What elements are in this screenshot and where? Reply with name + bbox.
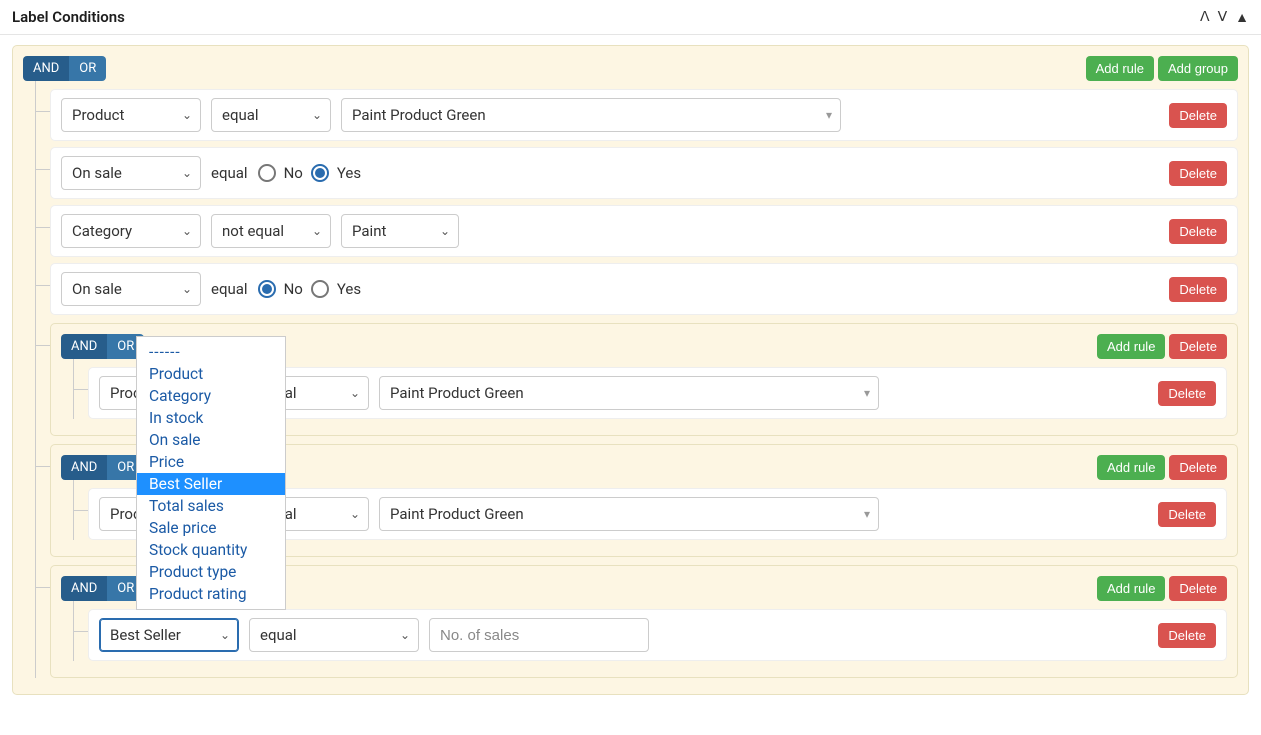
chevron-down-icon: ⌄ — [312, 224, 322, 238]
radio-no[interactable] — [258, 280, 276, 298]
delete-button[interactable]: Delete — [1158, 381, 1216, 406]
dropdown-option-dash[interactable]: ------ — [137, 341, 285, 363]
dropdown-option[interactable]: In stock — [137, 407, 285, 429]
field-dropdown[interactable]: ------ Product Category In stock On sale… — [136, 336, 286, 610]
chevron-down-icon: ⌄ — [312, 108, 322, 122]
panel-header: Label Conditions ᐱ ᐯ ▲ — [0, 0, 1261, 35]
chevron-down-icon: ▾ — [864, 507, 870, 521]
chevron-down-icon: ⌄ — [400, 628, 410, 642]
condition-toggle[interactable]: AND OR — [61, 334, 144, 359]
radio-yes[interactable] — [311, 280, 329, 298]
dropdown-option[interactable]: On sale — [137, 429, 285, 451]
radio-yes-label: Yes — [337, 280, 361, 298]
radio-yes-label: Yes — [337, 164, 361, 182]
panel-controls: ᐱ ᐯ ▲ — [1200, 9, 1249, 26]
dropdown-option-highlighted[interactable]: Best Seller — [137, 473, 285, 495]
operator-text: equal — [211, 164, 248, 182]
value-select[interactable]: Paint Product Green ▾ — [379, 376, 879, 410]
value-select[interactable]: Paint Product Green ▾ — [379, 497, 879, 531]
toggle-icon[interactable]: ▲ — [1235, 9, 1249, 26]
add-rule-button[interactable]: Add rule — [1086, 56, 1154, 81]
and-button[interactable]: AND — [61, 334, 107, 359]
field-select[interactable]: On sale ⌄ — [61, 272, 201, 306]
rule-row: On sale ⌄ equal No Yes Delete — [50, 263, 1238, 315]
delete-button[interactable]: Delete — [1158, 502, 1216, 527]
rule-row: On sale ⌄ equal No Yes Delete — [50, 147, 1238, 199]
root-group: AND OR Add rule Add group Product ⌄ — [12, 45, 1249, 695]
operator-select[interactable]: equal ⌄ — [211, 98, 331, 132]
delete-button[interactable]: Delete — [1158, 623, 1216, 648]
or-button[interactable]: OR — [69, 56, 106, 81]
delete-group-button[interactable]: Delete — [1169, 576, 1227, 601]
operator-select[interactable]: not equal ⌄ — [211, 214, 331, 248]
field-select[interactable]: Product ⌄ — [61, 98, 201, 132]
dropdown-option[interactable]: Product type — [137, 561, 285, 583]
and-button[interactable]: AND — [23, 56, 69, 81]
rule-row: Best Seller ⌄ equal ⌄ Del — [88, 609, 1227, 661]
operator-select[interactable]: equal ⌄ — [249, 618, 419, 652]
add-group-button[interactable]: Add group — [1158, 56, 1238, 81]
chevron-down-icon: ▾ — [826, 108, 832, 122]
delete-group-button[interactable]: Delete — [1169, 334, 1227, 359]
chevron-down-icon: ⌄ — [182, 282, 192, 296]
add-rule-button[interactable]: Add rule — [1097, 334, 1165, 359]
rule-row: Category ⌄ not equal ⌄ Paint ⌄ Delete — [50, 205, 1238, 257]
field-select[interactable]: On sale ⌄ — [61, 156, 201, 190]
delete-button[interactable]: Delete — [1169, 161, 1227, 186]
delete-button[interactable]: Delete — [1169, 103, 1227, 128]
dropdown-option[interactable]: Product rating — [137, 583, 285, 605]
value-select[interactable]: Paint ⌄ — [341, 214, 459, 248]
chevron-down-icon: ⌄ — [350, 386, 360, 400]
nested-group: AND OR Add rule Delete — [50, 323, 1238, 436]
chevron-down-icon: ⌄ — [220, 628, 230, 642]
dropdown-option[interactable]: Price — [137, 451, 285, 473]
rule-row: Product ⌄ equal ⌄ Paint Product Green ▾ — [50, 89, 1238, 141]
chevron-down-icon: ⌄ — [182, 224, 192, 238]
radio-no-label: No — [284, 164, 303, 182]
chevron-down-icon: ⌄ — [182, 166, 192, 180]
condition-toggle[interactable]: AND OR — [61, 455, 144, 480]
collapse-down-icon[interactable]: ᐯ — [1218, 9, 1228, 26]
delete-button[interactable]: Delete — [1169, 219, 1227, 244]
dropdown-option[interactable]: Product — [137, 363, 285, 385]
dropdown-option[interactable]: Sale price — [137, 517, 285, 539]
condition-toggle[interactable]: AND OR — [23, 56, 106, 81]
add-rule-button[interactable]: Add rule — [1097, 576, 1165, 601]
chevron-down-icon: ⌄ — [440, 224, 450, 238]
operator-text: equal — [211, 280, 248, 298]
collapse-up-icon[interactable]: ᐱ — [1200, 9, 1210, 26]
chevron-down-icon: ▾ — [864, 386, 870, 400]
value-input[interactable] — [429, 618, 649, 652]
value-select[interactable]: Paint Product Green ▾ — [341, 98, 841, 132]
field-select[interactable]: Best Seller ⌄ — [99, 618, 239, 652]
radio-yes[interactable] — [311, 164, 329, 182]
chevron-down-icon: ⌄ — [350, 507, 360, 521]
dropdown-option[interactable]: Category — [137, 385, 285, 407]
dropdown-option[interactable]: Total sales — [137, 495, 285, 517]
delete-button[interactable]: Delete — [1169, 277, 1227, 302]
dropdown-option[interactable]: Stock quantity — [137, 539, 285, 561]
chevron-down-icon: ⌄ — [182, 108, 192, 122]
panel-title: Label Conditions — [12, 8, 125, 26]
radio-no[interactable] — [258, 164, 276, 182]
and-button[interactable]: AND — [61, 455, 107, 480]
radio-no-label: No — [284, 280, 303, 298]
delete-group-button[interactable]: Delete — [1169, 455, 1227, 480]
field-select[interactable]: Category ⌄ — [61, 214, 201, 248]
condition-toggle[interactable]: AND OR — [61, 576, 144, 601]
add-rule-button[interactable]: Add rule — [1097, 455, 1165, 480]
and-button[interactable]: AND — [61, 576, 107, 601]
